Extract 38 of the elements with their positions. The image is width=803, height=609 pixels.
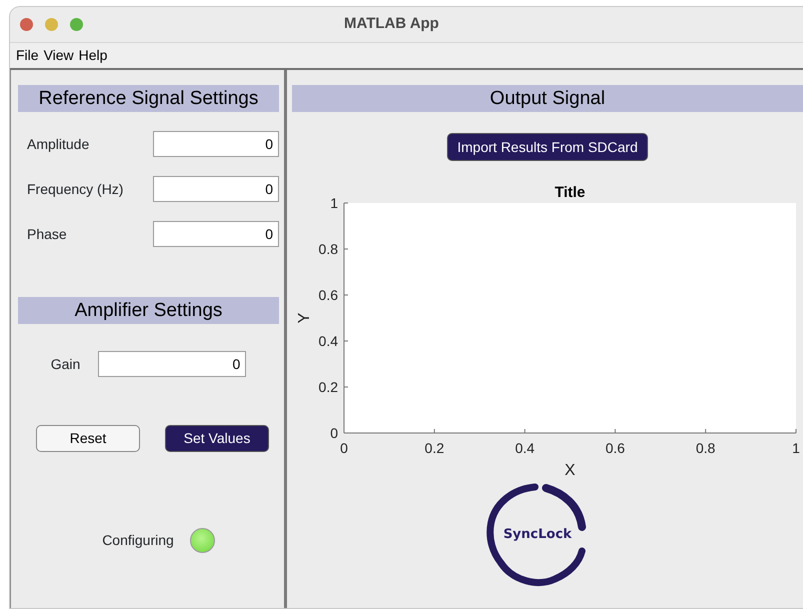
tick-label: 0.2	[318, 379, 338, 395]
logo-text: SyncLock	[503, 526, 572, 544]
tick-label: 0.6	[605, 440, 625, 456]
axis-label: X	[564, 462, 576, 477]
tick-label: 0.6	[318, 287, 338, 303]
tick-label: 0.4	[515, 440, 535, 456]
minimize-icon[interactable]	[45, 18, 58, 31]
tick-label: 0	[330, 425, 338, 441]
input-field[interactable]: 0	[153, 176, 279, 202]
input-field[interactable]: 0	[153, 131, 279, 157]
field-label: Phase	[27, 224, 67, 244]
input-field[interactable]: 0	[98, 351, 246, 377]
tick-label: 0.4	[318, 333, 338, 349]
close-icon[interactable]	[20, 18, 33, 31]
section-heading: Reference Signal Settings	[18, 85, 279, 112]
reset-button[interactable]: Reset	[36, 425, 140, 452]
input-field[interactable]: 0	[153, 221, 279, 247]
tick-label: 0.8	[318, 241, 338, 257]
tick-label: 0	[340, 440, 348, 456]
menu-item[interactable]: Help	[78, 45, 108, 66]
field-label: Amplitude	[27, 134, 90, 154]
menu-item[interactable]: File	[16, 45, 39, 66]
tick-label: 0.2	[424, 440, 444, 456]
set-values-button[interactable]: Set Values	[165, 425, 269, 452]
field-label: Gain	[50, 354, 80, 374]
maximize-icon[interactable]	[70, 18, 83, 31]
menu-item[interactable]: View	[44, 45, 74, 66]
import-button[interactable]: Import Results From SDCard	[447, 133, 648, 161]
field-label: Frequency (Hz)	[27, 180, 124, 199]
chart-title: Title	[554, 184, 586, 201]
tick-label: 0.8	[696, 440, 716, 456]
section-heading: Amplifier Settings	[18, 297, 279, 324]
tick-label: 1	[330, 195, 338, 211]
axis-label: Y	[296, 312, 313, 324]
window-title: MATLAB App	[344, 14, 439, 34]
tick-label: 1	[792, 440, 800, 456]
status-label: Configuring	[102, 531, 174, 550]
section-heading: Output Signal	[292, 85, 803, 112]
